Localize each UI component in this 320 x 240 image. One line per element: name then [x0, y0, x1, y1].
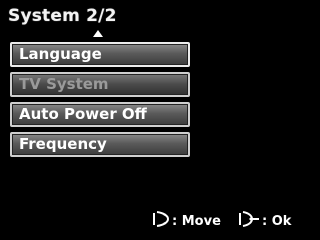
menu-item-label: TV System — [19, 75, 109, 93]
menu-item-label: Auto Power Off — [19, 105, 147, 123]
dpad-left-ok-icon — [238, 210, 260, 232]
system-menu: Language TV System Auto Power Off Freque… — [10, 42, 190, 162]
dpad-updown-icon — [152, 210, 170, 232]
camera-menu-screen: System 2/2 Language TV System Auto Power… — [0, 0, 320, 240]
menu-item-frequency[interactable]: Frequency — [10, 132, 190, 157]
menu-item-auto-power-off[interactable]: Auto Power Off — [10, 102, 190, 127]
menu-item-label: Frequency — [19, 135, 107, 153]
move-hint-label: : Move — [172, 213, 221, 229]
menu-item-label: Language — [19, 45, 102, 63]
menu-item-tv-system: TV System — [10, 72, 190, 97]
ok-hint-label: : Ok — [262, 213, 292, 229]
scroll-up-arrow-icon[interactable] — [93, 30, 103, 37]
move-hint: : Move — [152, 211, 221, 231]
page-title: System 2/2 — [8, 6, 117, 26]
menu-item-language[interactable]: Language — [10, 42, 190, 67]
ok-hint: : Ok — [238, 211, 291, 231]
